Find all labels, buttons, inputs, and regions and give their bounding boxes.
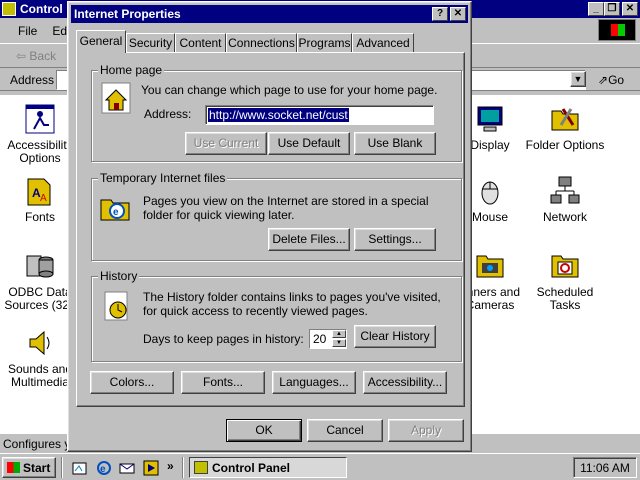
- history-description: The History folder contains links to pag…: [143, 290, 441, 318]
- svg-text:e: e: [113, 207, 119, 218]
- svg-text:A: A: [40, 193, 47, 204]
- restore-button[interactable]: ❐: [604, 2, 620, 16]
- home-address-input[interactable]: http://www.socket.net/cust: [205, 105, 434, 125]
- taskbar-control-panel-button[interactable]: Control Panel: [189, 457, 347, 478]
- outlook-express-icon[interactable]: [119, 460, 135, 476]
- apply-button[interactable]: Apply: [388, 419, 464, 442]
- ok-button[interactable]: OK: [226, 419, 302, 442]
- tab-general[interactable]: General: [76, 30, 126, 53]
- tab-advanced[interactable]: Advanced: [352, 33, 414, 52]
- days-to-keep-label: Days to keep pages in history:: [143, 332, 304, 346]
- internet-explorer-icon[interactable]: e: [96, 460, 112, 476]
- tab-content[interactable]: Content: [175, 33, 226, 52]
- temp-files-group-label: Temporary Internet files: [98, 171, 228, 185]
- close-icon[interactable]: ✕: [622, 2, 638, 16]
- delete-files-button[interactable]: Delete Files...: [268, 228, 350, 251]
- stepper-down-icon[interactable]: ▼: [332, 339, 346, 347]
- help-button[interactable]: ?: [432, 7, 448, 21]
- control-panel-icon: [2, 2, 16, 16]
- accessibility-icon: [24, 103, 56, 135]
- svg-text:e: e: [100, 464, 106, 475]
- folder-options-item[interactable]: Folder Options: [525, 103, 605, 152]
- scheduled-tasks-icon: [549, 250, 581, 282]
- taskbar-divider: [61, 457, 63, 478]
- history-icon: [101, 290, 131, 322]
- history-group: History: [91, 269, 462, 362]
- control-panel-task-icon: [194, 461, 208, 474]
- system-tray: 11:06 AM: [573, 457, 637, 478]
- languages-button[interactable]: Languages...: [272, 371, 356, 394]
- speaker-icon: [24, 327, 56, 359]
- home-address-value: http://www.socket.net/cust: [208, 108, 349, 122]
- fonts-button[interactable]: Fonts...: [181, 371, 265, 394]
- tab-connections[interactable]: Connections: [226, 33, 297, 52]
- scheduled-tasks-item[interactable]: Scheduled Tasks: [525, 250, 605, 312]
- address-field-label: Address:: [144, 107, 192, 121]
- back-button[interactable]: ⇦ Back: [16, 49, 56, 63]
- network-item[interactable]: Network: [525, 175, 605, 224]
- cancel-button[interactable]: Cancel: [307, 419, 383, 442]
- colors-button[interactable]: Colors...: [90, 371, 174, 394]
- clock[interactable]: 11:06 AM: [580, 461, 630, 475]
- days-to-keep-stepper[interactable]: 20 ▲ ▼: [309, 329, 347, 349]
- clear-history-button[interactable]: Clear History: [354, 325, 436, 348]
- windows-logo-icon: [598, 19, 636, 41]
- temp-files-folder-icon: e: [99, 192, 133, 222]
- windows-flag-icon: [7, 462, 20, 473]
- odbc-icon: [24, 250, 56, 282]
- minimize-button[interactable]: _: [588, 2, 604, 16]
- use-blank-button[interactable]: Use Blank: [354, 132, 436, 155]
- history-group-label: History: [98, 269, 140, 283]
- stepper-up-icon[interactable]: ▲: [332, 330, 346, 338]
- internet-properties-dialog: Internet Properties ? ✕ General Security…: [67, 1, 472, 452]
- quicklaunch-chevron[interactable]: »: [167, 459, 174, 473]
- address-label: Address: [10, 73, 55, 87]
- display-icon: [474, 103, 506, 135]
- show-desktop-icon[interactable]: [72, 460, 88, 476]
- dialog-title: Internet Properties: [74, 7, 181, 21]
- tab-security[interactable]: Security: [126, 33, 175, 52]
- network-icon: [549, 175, 581, 207]
- menu-file[interactable]: File: [18, 24, 37, 38]
- fonts-icon: AA: [24, 175, 56, 207]
- taskbar: Start e » Control Panel 11:06 AM: [0, 453, 640, 480]
- home-page-icon: [101, 82, 131, 114]
- taskbar-divider-2: [182, 457, 184, 478]
- dialog-titlebar[interactable]: Internet Properties ? ✕: [71, 5, 468, 23]
- control-panel-title: Control: [20, 2, 63, 16]
- use-current-button[interactable]: Use Current: [185, 132, 267, 155]
- dialog-close-icon[interactable]: ✕: [450, 7, 466, 21]
- go-button[interactable]: ⇗Go: [598, 73, 624, 87]
- address-dropdown-icon[interactable]: ▼: [570, 71, 586, 87]
- camera-icon: [474, 250, 506, 282]
- settings-button[interactable]: Settings...: [354, 228, 436, 251]
- use-default-button[interactable]: Use Default: [268, 132, 350, 155]
- days-to-keep-value: 20: [313, 332, 327, 346]
- temp-files-description: Pages you view on the Internet are store…: [143, 194, 429, 222]
- status-text: Configures yo: [3, 437, 78, 451]
- mouse-icon: [474, 175, 506, 207]
- start-button[interactable]: Start: [2, 457, 56, 478]
- accessibility-button[interactable]: Accessibility...: [363, 371, 447, 394]
- folder-options-icon: [549, 103, 581, 135]
- home-page-description: You can change which page to use for you…: [141, 83, 438, 97]
- tab-programs[interactable]: Programs: [297, 33, 352, 52]
- home-page-group-label: Home page: [98, 63, 165, 77]
- media-player-icon[interactable]: [143, 460, 159, 476]
